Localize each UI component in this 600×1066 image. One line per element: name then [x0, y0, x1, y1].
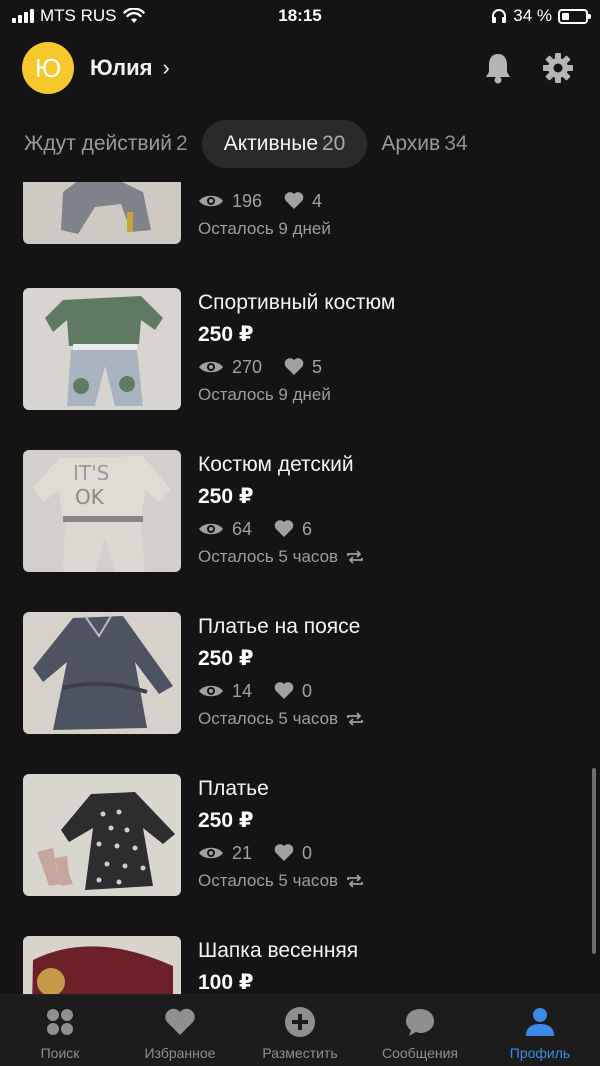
- tab-favorites[interactable]: Избранное: [120, 995, 240, 1066]
- item-stats: 64 6: [198, 514, 364, 544]
- person-icon: [524, 1005, 556, 1039]
- item-title: Платье: [198, 777, 269, 800]
- item-price: 100 ₽: [198, 971, 254, 994]
- search-dots-icon: [45, 1005, 75, 1039]
- status-bar: MTS RUS 18:15 34 %: [0, 0, 600, 32]
- item-photo[interactable]: [23, 936, 181, 994]
- item-title: Спортивный костюм: [198, 291, 396, 314]
- chat-bubble-icon: [404, 1005, 436, 1039]
- views-count: 270: [232, 356, 263, 377]
- gear-icon[interactable]: [538, 48, 578, 88]
- tab-active[interactable]: Активные 20: [201, 120, 368, 168]
- list-item[interactable]: Платье 250 ₽ 21 0 Осталось 5 часов: [0, 774, 600, 896]
- item-stats: 21 0: [198, 838, 364, 868]
- tab-profile[interactable]: Профиль: [480, 995, 600, 1066]
- item-title: Шапка весенняя: [198, 939, 359, 962]
- eye-icon: [199, 685, 223, 697]
- item-price: 250 ₽: [198, 647, 254, 670]
- likes-count: 0: [302, 842, 313, 863]
- heart-icon: [284, 192, 304, 209]
- heart-icon: [284, 358, 304, 375]
- item-title: Платье на поясе: [198, 615, 361, 638]
- time-remaining: Осталось 5 часов: [198, 706, 364, 732]
- carrier-label: MTS RUS: [40, 6, 117, 25]
- battery-icon: [558, 8, 591, 24]
- likes-count: 6: [302, 518, 313, 539]
- bell-icon[interactable]: [478, 48, 518, 88]
- eye-icon: [199, 523, 223, 535]
- list-item[interactable]: Платье на поясе 250 ₽ 14 0 Осталось 5 ча…: [0, 612, 600, 734]
- item-title: Костюм детский: [198, 453, 354, 476]
- battery-percent: 34 %: [513, 6, 552, 25]
- item-photo[interactable]: [23, 612, 181, 734]
- views-count: 196: [232, 190, 263, 211]
- status-tabs: Ждут действий 2 Активные 20 Архив 34: [0, 118, 600, 170]
- plus-circle-icon: [284, 1005, 316, 1039]
- svg-text:OK: OK: [75, 485, 105, 509]
- listings-list: 196 4 Осталось 9 дней Спортивный костюм …: [0, 182, 600, 994]
- item-photo[interactable]: [23, 182, 181, 244]
- clock: 18:15: [278, 6, 322, 25]
- time-remaining: Осталось 9 дней: [198, 219, 331, 238]
- wifi-icon: [122, 8, 145, 23]
- item-stats: 196 4: [198, 186, 331, 216]
- item-stats: 270 5: [198, 352, 395, 382]
- views-count: 14: [232, 680, 253, 701]
- time-remaining: Осталось 5 часов: [198, 544, 364, 570]
- heart-icon: [274, 682, 294, 699]
- time-remaining: Осталось 9 дней: [198, 385, 331, 404]
- signal-icon: [12, 9, 34, 23]
- heart-icon: [164, 1005, 196, 1039]
- repeat-icon[interactable]: [346, 874, 364, 888]
- tab-search[interactable]: Поиск: [0, 995, 120, 1066]
- tab-awaiting[interactable]: Ждут действий 2: [10, 120, 202, 168]
- svg-text:IT'S: IT'S: [73, 461, 109, 485]
- headphones-icon: [492, 9, 507, 23]
- likes-count: 5: [312, 356, 323, 377]
- bottom-tab-bar: Поиск Избранное Разместить Сообщения Про…: [0, 994, 600, 1066]
- repeat-icon[interactable]: [346, 550, 364, 564]
- username[interactable]: Юлия: [90, 55, 152, 81]
- eye-icon: [199, 847, 223, 859]
- chevron-right-icon[interactable]: ›: [162, 55, 169, 81]
- heart-icon: [274, 520, 294, 537]
- item-photo[interactable]: IT'S OK: [23, 450, 181, 572]
- item-photo[interactable]: [23, 288, 181, 410]
- views-count: 64: [232, 518, 253, 539]
- avatar[interactable]: Ю: [22, 42, 74, 94]
- scrollbar[interactable]: [592, 768, 596, 954]
- profile-header: Ю Юлия ›: [0, 38, 600, 98]
- item-price: 250 ₽: [198, 485, 254, 508]
- item-price: 250 ₽: [198, 323, 254, 346]
- list-item[interactable]: Спортивный костюм 250 ₽ 270 5 Осталось 9…: [0, 288, 600, 410]
- list-item[interactable]: IT'S OK Костюм детский 250 ₽ 64 6 Остало…: [0, 450, 600, 572]
- repeat-icon[interactable]: [346, 712, 364, 726]
- likes-count: 4: [312, 190, 323, 211]
- list-item[interactable]: 196 4 Осталось 9 дней: [0, 182, 600, 244]
- tab-archive[interactable]: Архив 34: [367, 120, 481, 168]
- time-remaining: Осталось 5 часов: [198, 868, 364, 894]
- eye-icon: [199, 195, 223, 207]
- list-item[interactable]: Шапка весенняя 100 ₽: [0, 936, 600, 994]
- views-count: 21: [232, 842, 253, 863]
- eye-icon: [199, 361, 223, 373]
- tab-post[interactable]: Разместить: [240, 995, 360, 1066]
- tab-messages[interactable]: Сообщения: [360, 995, 480, 1066]
- item-price: 250 ₽: [198, 809, 254, 832]
- likes-count: 0: [302, 680, 313, 701]
- item-stats: 14 0: [198, 676, 364, 706]
- item-photo[interactable]: [23, 774, 181, 896]
- heart-icon: [274, 844, 294, 861]
